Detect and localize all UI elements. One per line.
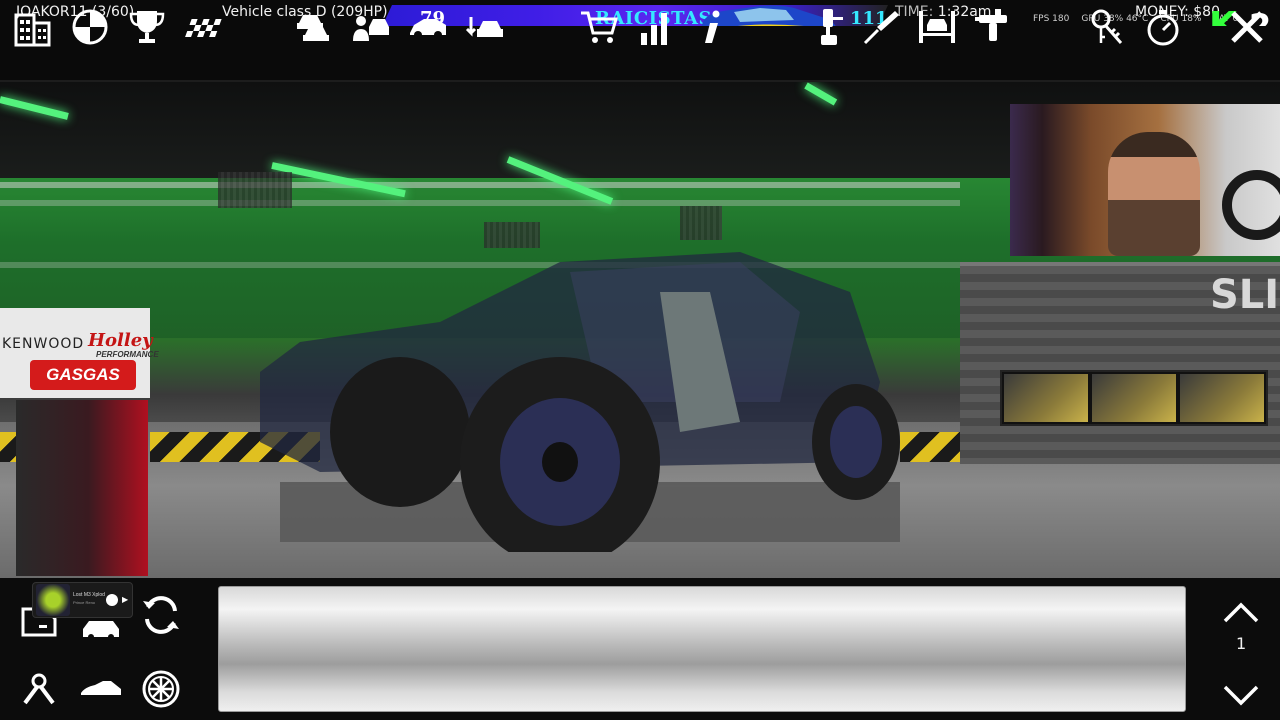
- stats-bars-icon: [641, 13, 667, 45]
- song-title: Lost M3 Xplod: [73, 592, 105, 598]
- rim-button[interactable]: [136, 664, 186, 714]
- drill-button[interactable]: [806, 4, 852, 50]
- drill-icon: [821, 9, 843, 45]
- holley-banner: Holley: [88, 330, 153, 351]
- wheel-button[interactable]: [67, 4, 113, 50]
- garage-sign: SLI: [1210, 272, 1280, 318]
- info-icon: [705, 10, 720, 43]
- pause-icon[interactable]: [106, 594, 118, 606]
- song-artist: Prince Reno: [73, 600, 96, 605]
- trophy-button[interactable]: [124, 4, 170, 50]
- cars-pair-button[interactable]: [290, 4, 336, 50]
- info-button[interactable]: [689, 4, 735, 50]
- screwdriver-button[interactable]: [858, 4, 904, 50]
- car-side-button[interactable]: [405, 4, 451, 50]
- car-side-icon: [410, 19, 446, 39]
- chevron-down-icon: [1223, 685, 1259, 706]
- shop-button[interactable]: [576, 4, 622, 50]
- engine-button[interactable]: [14, 664, 64, 714]
- rim-icon: [142, 670, 180, 708]
- car-lift-icon: [919, 11, 955, 43]
- car-swap-icon: [465, 17, 503, 37]
- car-profile-icon: [81, 681, 121, 695]
- car-lift-button[interactable]: [914, 4, 960, 50]
- checkered-flag-icon: [185, 19, 222, 37]
- stopwatch-button[interactable]: [1140, 4, 1186, 50]
- wheel-icon: [72, 9, 108, 45]
- kenwood-banner: KENWOOD: [2, 336, 85, 352]
- close-icon: [1231, 11, 1263, 43]
- gasgas-banner: GASGAS: [30, 360, 136, 390]
- stats-button[interactable]: [632, 4, 678, 50]
- buildings-icon: [14, 13, 51, 47]
- paint-gun-button[interactable]: [970, 4, 1016, 50]
- photo-1: [1004, 374, 1088, 422]
- keys-icon: [1091, 9, 1123, 44]
- page-indicator: 1: [1236, 634, 1247, 653]
- stopwatch-icon: [1147, 10, 1179, 46]
- red-garage-door: [16, 400, 148, 576]
- sync-button[interactable]: [136, 590, 186, 640]
- car-dealer-button[interactable]: [348, 4, 394, 50]
- paint-gun-icon: [975, 9, 1007, 41]
- scroll-up-button[interactable]: [1216, 588, 1266, 638]
- screwdriver-icon: [863, 11, 899, 45]
- cars-pair-icon: [297, 15, 329, 41]
- buildings-button[interactable]: [10, 4, 56, 50]
- car-dealer-icon: [353, 16, 389, 41]
- cart-icon: [581, 11, 618, 43]
- close-button[interactable]: [1224, 4, 1270, 50]
- keys-button[interactable]: [1084, 4, 1130, 50]
- car-shell: [260, 252, 900, 552]
- photo-2: [1092, 374, 1176, 422]
- next-track-icon[interactable]: ▶: [122, 595, 128, 604]
- engine-icon: [23, 673, 55, 705]
- car-profile-button[interactable]: [76, 664, 126, 714]
- chevron-up-icon: [1223, 602, 1259, 623]
- sync-icon: [143, 596, 179, 634]
- race-flag-button[interactable]: [181, 4, 227, 50]
- item-preview-panel[interactable]: [218, 586, 1186, 712]
- car-swap-button[interactable]: [462, 4, 508, 50]
- streamer-avatar: [1108, 132, 1200, 256]
- photo-3: [1180, 374, 1264, 422]
- trophy-icon: [129, 11, 165, 43]
- scroll-down-button[interactable]: [1216, 670, 1266, 720]
- album-art: [36, 584, 70, 616]
